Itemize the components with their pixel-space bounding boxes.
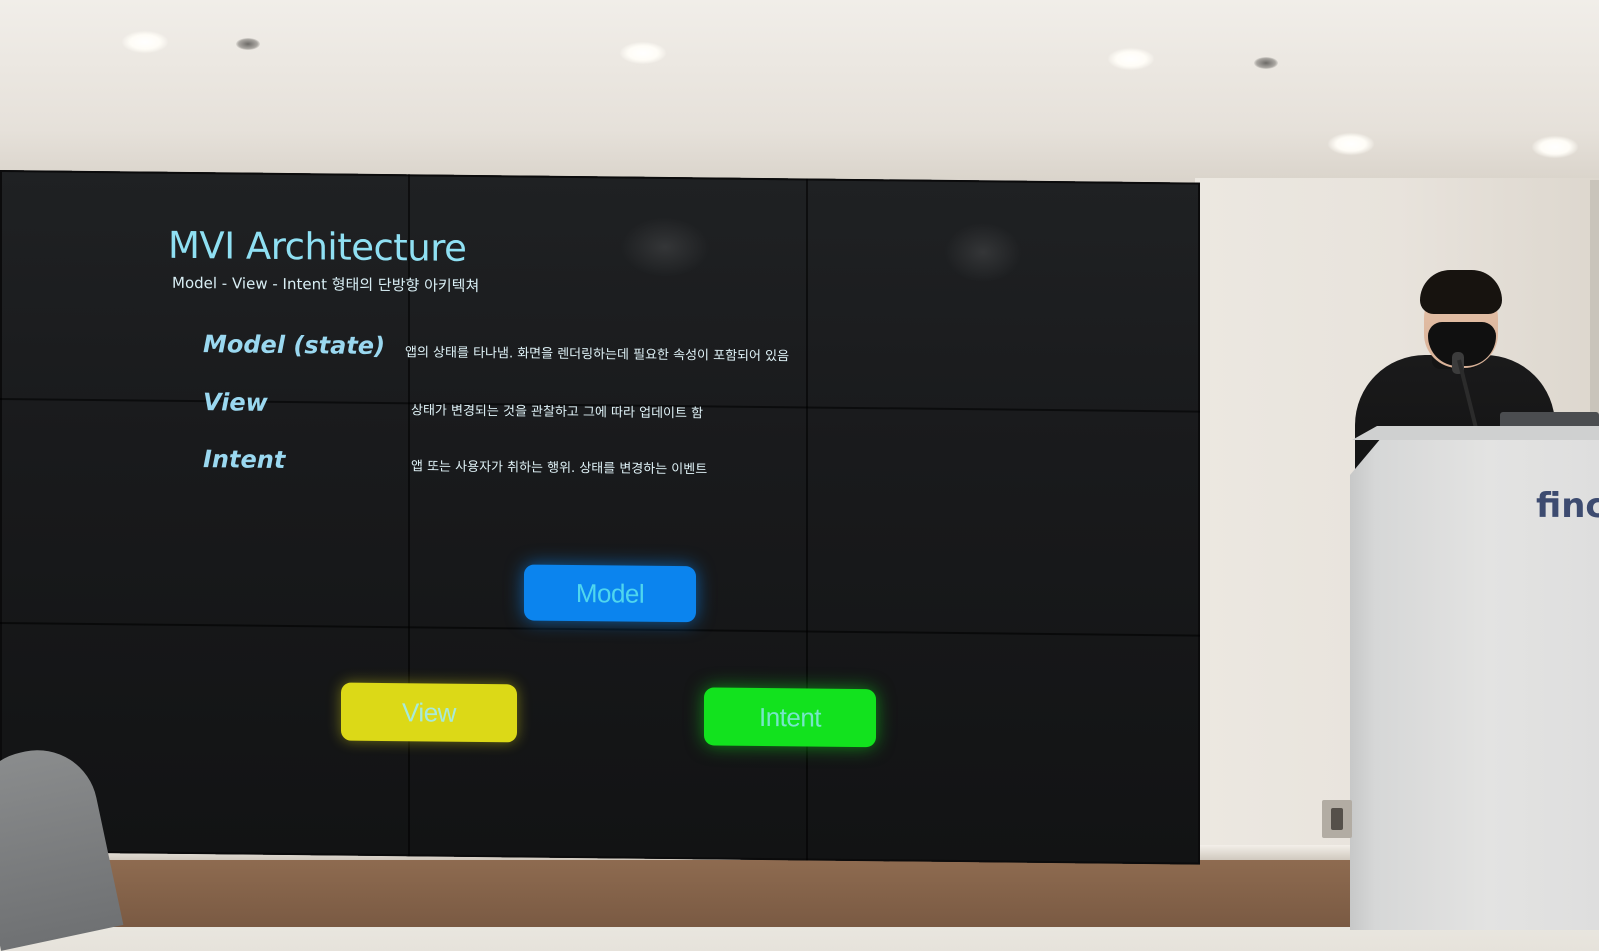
ceiling-light-5: [1532, 136, 1578, 158]
screen-seam: [0, 622, 1200, 637]
slide-subtitle: Model - View - Intent 형태의 단방향 아키텍쳐: [172, 273, 480, 296]
ceiling: [0, 0, 1599, 185]
ceiling-sensor-2: [1254, 57, 1278, 69]
view-box: View: [341, 682, 517, 743]
wall-pillar: [1590, 180, 1599, 420]
presenter-hair: [1420, 270, 1502, 314]
podium-logo: finc: [1536, 486, 1599, 526]
ceiling-light-1: [122, 31, 168, 53]
ceiling-sensor-1: [236, 38, 260, 50]
description-intent: 앱 또는 사용자가 취하는 행위. 상태를 변경하는 이벤트: [411, 459, 708, 478]
screen-glare: [944, 221, 1022, 283]
wall-outlet: [1322, 800, 1352, 838]
description-model: 앱의 상태를 타나냄. 화면을 렌더링하는데 필요한 속성이 포함되어 있음: [405, 345, 790, 365]
term-view: View: [203, 388, 268, 417]
term-intent: Intent: [203, 445, 286, 474]
slide-title: MVI Architecture: [168, 223, 467, 270]
screen-glare: [620, 216, 710, 278]
ceiling-light-4: [1328, 133, 1374, 155]
intent-box: Intent: [704, 687, 876, 748]
description-view: 상태가 변경되는 것을 관찰하고 그에 따라 업데이트 함: [411, 403, 704, 422]
presentation-screen: MVI Architecture Model - View - Intent 형…: [0, 170, 1200, 865]
ceiling-light-3: [1108, 48, 1154, 70]
ceiling-light-2: [620, 42, 666, 64]
model-box: Model: [524, 564, 696, 623]
podium-top: [1352, 426, 1599, 440]
term-model: Model (state): [203, 330, 386, 361]
screen-seam: [806, 178, 808, 861]
laptop: [1500, 412, 1599, 426]
